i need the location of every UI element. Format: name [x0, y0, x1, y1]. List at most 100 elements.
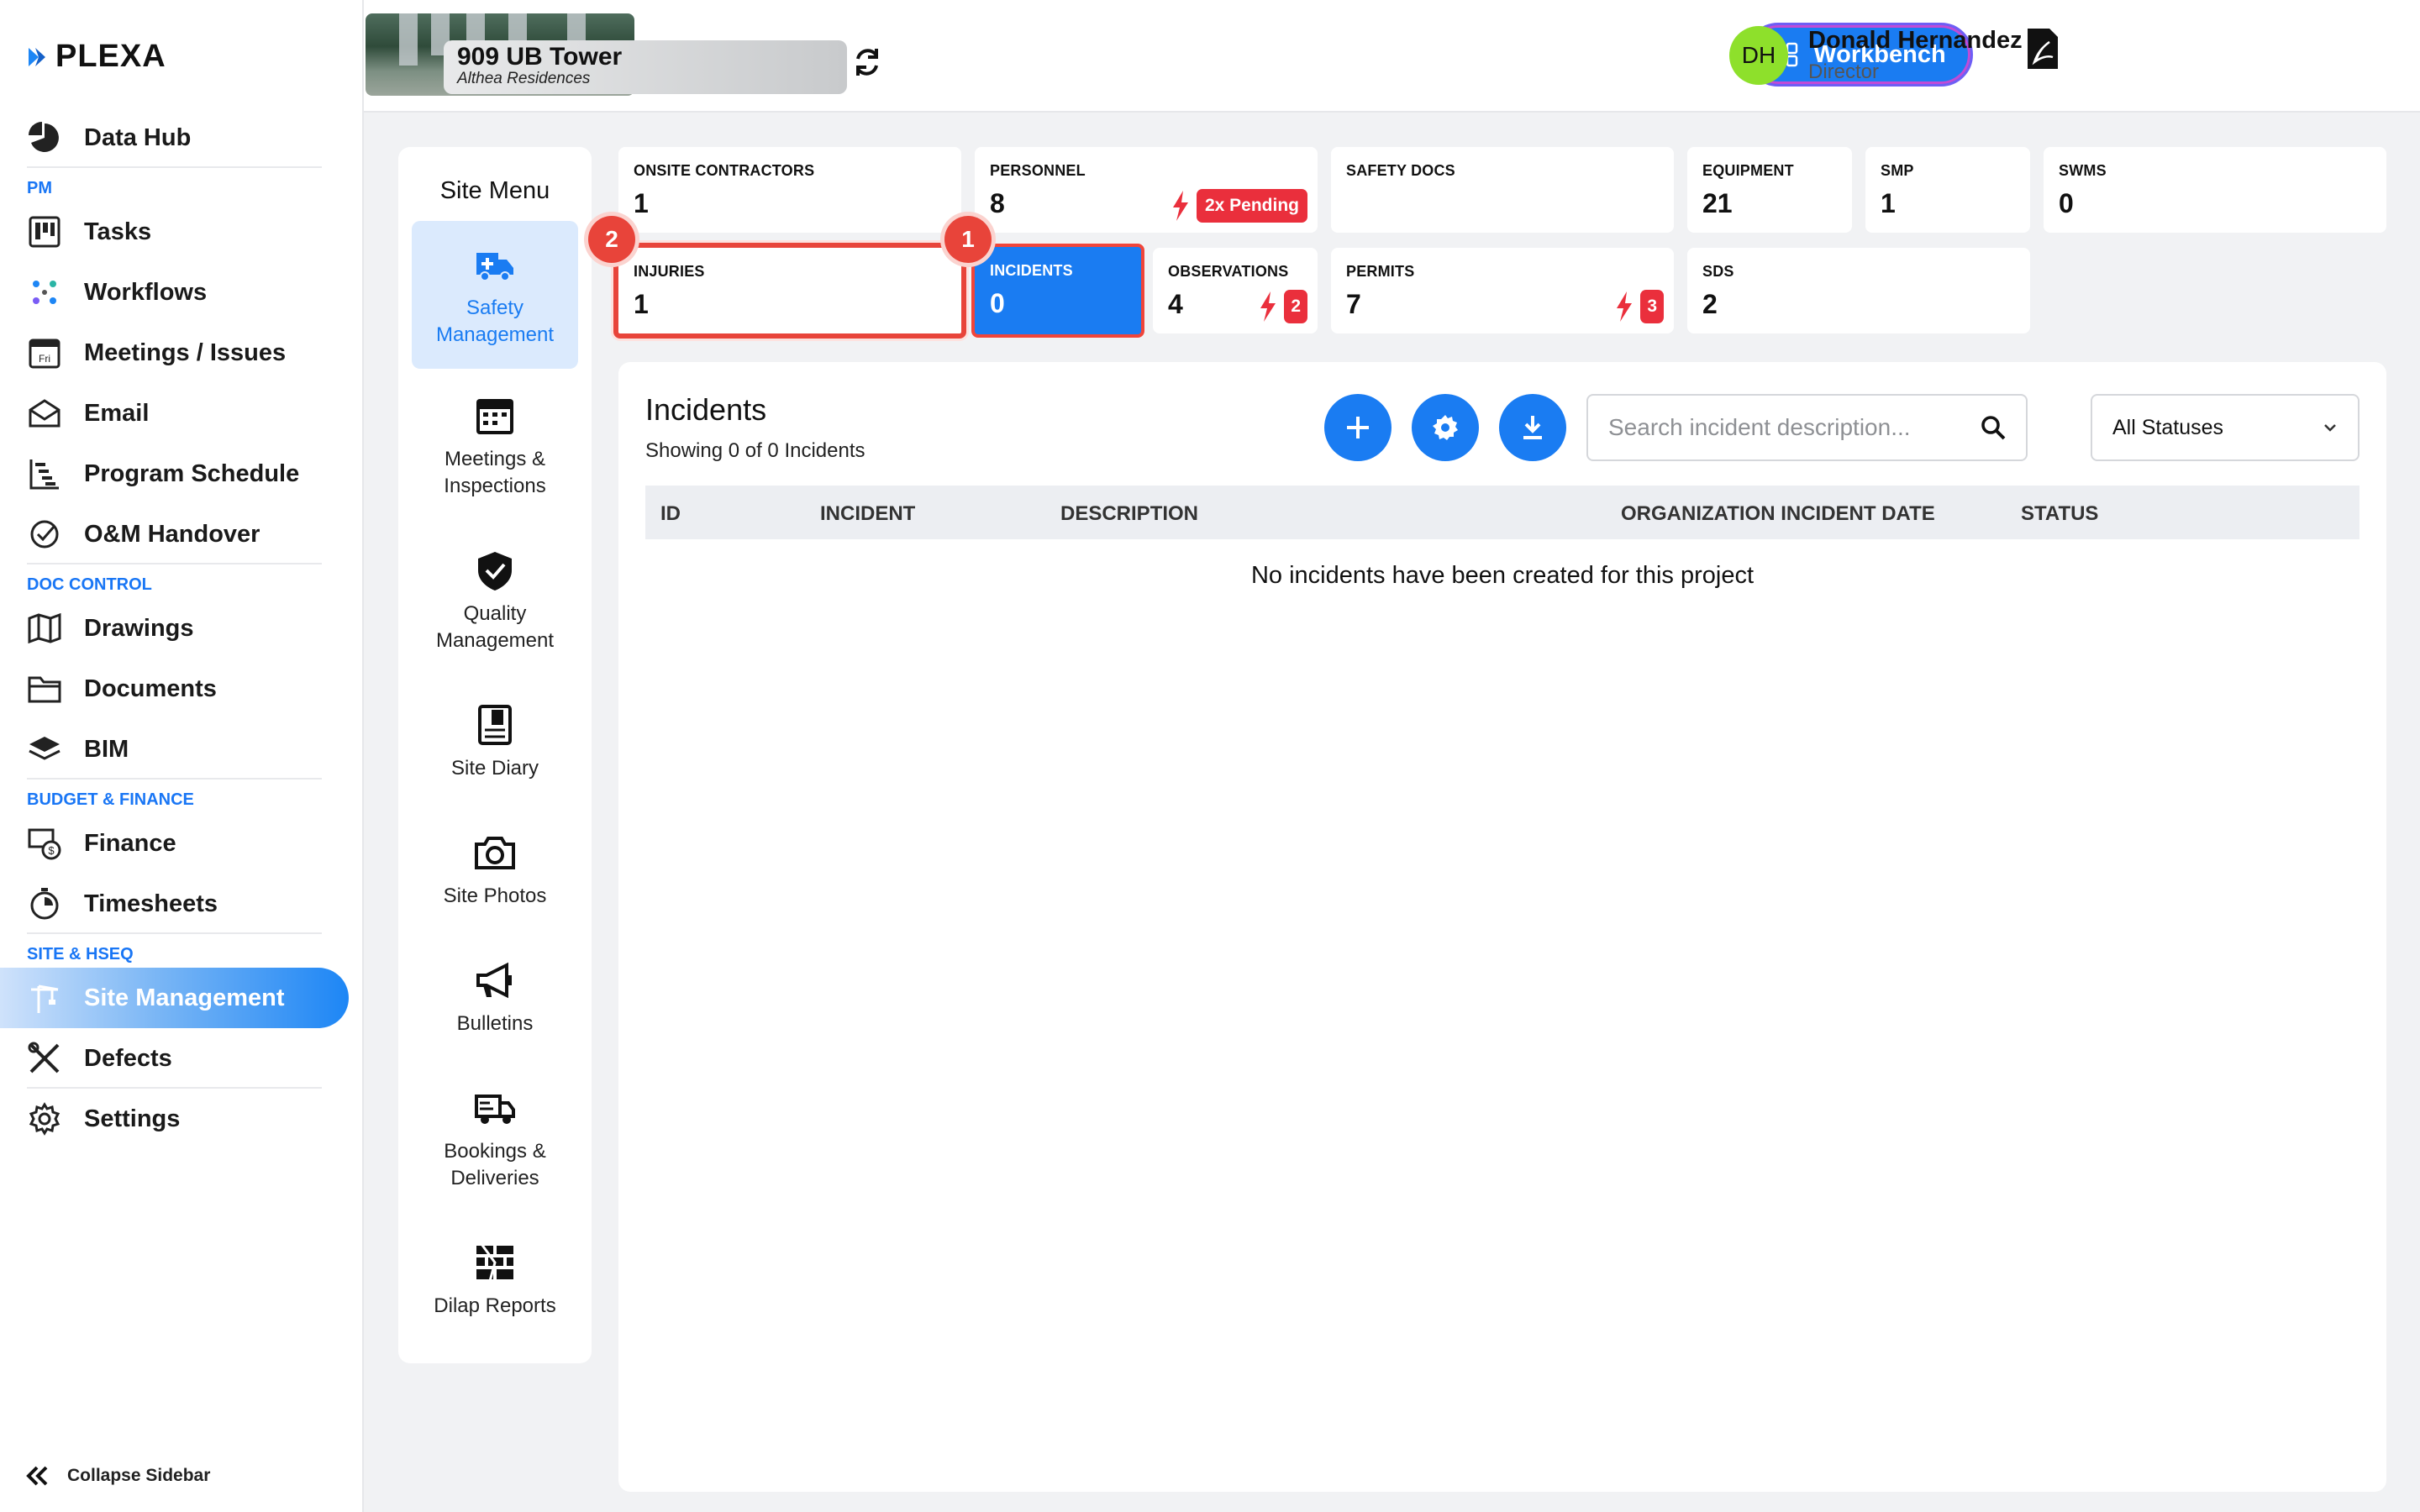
card-onsite-contractors[interactable]: ONSITE CONTRACTORS 1: [618, 147, 961, 233]
add-incident-button[interactable]: [1324, 394, 1392, 461]
card-sds[interactable]: SDS 2: [1687, 248, 2030, 333]
sidebar-item-label: Defects: [84, 1044, 172, 1072]
project-subtitle: Althea Residences: [457, 70, 591, 87]
ambulance-icon: [476, 253, 513, 281]
lightning-icon: [1172, 191, 1188, 221]
site-menu-item-label: Site Diary: [450, 757, 539, 780]
sidebar-item-settings[interactable]: Settings: [0, 1089, 364, 1149]
camera-icon: [475, 837, 515, 869]
download-button[interactable]: [1499, 394, 1566, 461]
avatar[interactable]: DH: [1729, 26, 1788, 85]
sidebar-item-label: Timesheets: [84, 890, 218, 917]
card-value: 7: [1346, 289, 1361, 319]
column-header-status[interactable]: STATUS: [2021, 502, 2098, 526]
annotation-marker-1: 1: [944, 216, 992, 263]
site-menu-item-bulletins[interactable]: Bulletins: [412, 958, 578, 1037]
gantt-icon: [27, 456, 62, 491]
incident-search[interactable]: [1586, 394, 2028, 461]
sidebar-item-om-handover[interactable]: O&M Handover: [0, 504, 364, 564]
sidebar-item-program-schedule[interactable]: Program Schedule: [0, 444, 364, 504]
app-logo[interactable]: PLEXA: [27, 39, 166, 75]
card-injuries[interactable]: INJURIES 1: [613, 243, 966, 339]
sidebar-item-data-hub[interactable]: Data Hub: [0, 108, 364, 168]
card-swms[interactable]: SWMS 0: [2044, 147, 2386, 233]
sidebar-section-budget-finance: BUDGET & FINANCE: [27, 790, 194, 809]
site-menu-item-dilap-reports[interactable]: Dilap Reports: [412, 1241, 578, 1320]
megaphone-icon: [476, 962, 512, 999]
incidents-panel: Incidents Showing 0 of 0 Incidents All S…: [618, 362, 2386, 1492]
sidebar-item-label: Email: [84, 399, 150, 427]
sidebar-item-defects[interactable]: Defects: [0, 1028, 364, 1089]
sidebar-item-label: Drawings: [84, 614, 194, 642]
brick-wall-icon: [476, 1243, 513, 1282]
pdf-icon[interactable]: [2026, 27, 2060, 71]
card-title: SWMS: [2059, 162, 2107, 179]
empty-state-message: No incidents have been created for this …: [1250, 562, 1754, 589]
collapse-sidebar-label: Collapse Sidebar: [67, 1466, 211, 1485]
column-header-id[interactable]: ID: [660, 502, 681, 526]
card-safety-docs[interactable]: SAFETY DOCS: [1331, 147, 1674, 233]
incident-settings-button[interactable]: [1412, 394, 1479, 461]
sidebar-item-label: Tasks: [84, 218, 152, 245]
folder-icon: [27, 671, 62, 706]
card-title: PERMITS: [1346, 263, 1415, 280]
card-title: OBSERVATIONS: [1168, 263, 1289, 280]
pending-count: 2x Pending: [1196, 189, 1307, 223]
sidebar-nav: Data Hub PM Tasks Workflows Fri Meetings…: [0, 108, 364, 1149]
collapse-sidebar-button[interactable]: Collapse Sidebar: [25, 1466, 210, 1486]
site-menu-item-site-photos[interactable]: Site Photos: [412, 831, 578, 910]
site-menu-item-bookings-deliveries[interactable]: Bookings & Deliveries: [412, 1086, 578, 1192]
card-title: INCIDENTS: [990, 262, 1073, 279]
card-value: 2: [1702, 289, 1718, 319]
sidebar-item-documents[interactable]: Documents: [0, 659, 364, 719]
sidebar-item-tasks[interactable]: Tasks: [0, 202, 364, 262]
annotation-marker-2: 2: [588, 216, 635, 263]
sidebar-item-email[interactable]: Email: [0, 383, 364, 444]
sidebar-item-label: Site Management: [84, 984, 285, 1011]
pending-badge[interactable]: 2x Pending: [1171, 189, 1307, 223]
sidebar-item-drawings[interactable]: Drawings: [0, 598, 364, 659]
card-personnel[interactable]: PERSONNEL 8 2x Pending: [975, 147, 1318, 233]
search-icon[interactable]: [1981, 415, 2006, 440]
card-title: SDS: [1702, 263, 1734, 280]
top-bar: 909 UB Tower Althea Residences Workbench…: [364, 0, 2420, 113]
status-filter-select[interactable]: All Statuses: [2091, 394, 2360, 461]
card-value: 1: [1881, 188, 1896, 218]
incidents-title: Incidents: [645, 392, 767, 427]
site-menu-item-quality-management[interactable]: Quality Management: [412, 549, 578, 654]
project-selector[interactable]: 909 UB Tower Althea Residences: [444, 40, 847, 94]
chevron-down-icon: [2324, 424, 2336, 432]
site-menu-item-safety-management[interactable]: Safety Management: [412, 221, 578, 369]
sidebar-item-site-management[interactable]: Site Management: [0, 968, 349, 1028]
incidents-table-header: ID INCIDENT DESCRIPTION ORGANIZATION INC…: [645, 486, 2360, 539]
card-value: 0: [990, 288, 1005, 318]
sidebar-item-label: O&M Handover: [84, 520, 260, 548]
observations-count: 2: [1284, 290, 1307, 323]
sync-icon[interactable]: [851, 44, 883, 81]
card-permits[interactable]: PERMITS 7 3: [1331, 248, 1674, 333]
card-observations[interactable]: OBSERVATIONS 4 2: [1153, 248, 1318, 333]
card-smp[interactable]: SMP 1: [1865, 147, 2030, 233]
site-menu-item-meetings-inspections[interactable]: Meetings & Inspections: [412, 394, 578, 500]
sidebar-item-meetings-issues[interactable]: Fri Meetings / Issues: [0, 323, 364, 383]
tools-icon: [27, 1041, 62, 1076]
sidebar: PLEXA Data Hub PM Tasks Workflows Fri Me…: [0, 0, 364, 1512]
project-name: 909 UB Tower: [457, 43, 623, 71]
card-incidents[interactable]: INCIDENTS 0: [971, 244, 1144, 338]
card-title: EQUIPMENT: [1702, 162, 1794, 179]
sidebar-item-workflows[interactable]: Workflows: [0, 262, 364, 323]
sidebar-item-finance[interactable]: $ Finance: [0, 813, 364, 874]
site-menu-item-site-diary[interactable]: Site Diary: [412, 703, 578, 782]
permits-badge[interactable]: 3: [1615, 290, 1664, 323]
double-chevron-left-icon: [26, 1466, 48, 1486]
search-input[interactable]: [1608, 414, 1981, 441]
column-header-description[interactable]: DESCRIPTION: [1060, 502, 1198, 526]
card-value: 1: [634, 188, 649, 218]
column-header-organization-incident-date[interactable]: ORGANIZATION INCIDENT DATE: [1621, 502, 1935, 526]
sidebar-item-bim[interactable]: BIM: [0, 719, 364, 780]
sidebar-item-timesheets[interactable]: Timesheets: [0, 874, 364, 934]
card-equipment[interactable]: EQUIPMENT 21: [1687, 147, 1852, 233]
observations-badge[interactable]: 2: [1259, 290, 1307, 323]
column-header-incident[interactable]: INCIDENT: [820, 502, 915, 526]
sidebar-section-pm: PM: [27, 179, 52, 197]
